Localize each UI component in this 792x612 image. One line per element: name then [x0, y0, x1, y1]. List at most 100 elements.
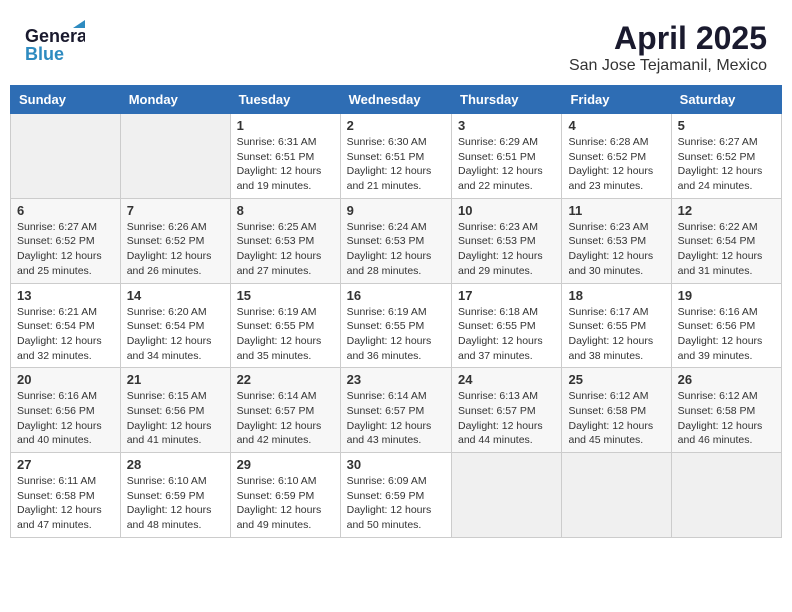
day-info: Sunrise: 6:31 AM Sunset: 6:51 PM Dayligh… — [237, 135, 334, 194]
day-number: 28 — [127, 457, 224, 472]
col-saturday: Saturday — [671, 86, 781, 114]
day-number: 6 — [17, 203, 114, 218]
day-info: Sunrise: 6:21 AM Sunset: 6:54 PM Dayligh… — [17, 305, 114, 364]
calendar-cell: 13 Sunrise: 6:21 AM Sunset: 6:54 PM Dayli… — [11, 283, 121, 368]
calendar-cell: 15 Sunrise: 6:19 AM Sunset: 6:55 PM Dayli… — [230, 283, 340, 368]
calendar-cell: 8 Sunrise: 6:25 AM Sunset: 6:53 PM Daylig… — [230, 198, 340, 283]
day-info: Sunrise: 6:15 AM Sunset: 6:56 PM Dayligh… — [127, 389, 224, 448]
day-number: 21 — [127, 372, 224, 387]
calendar-cell — [11, 114, 121, 199]
col-wednesday: Wednesday — [340, 86, 451, 114]
day-info: Sunrise: 6:27 AM Sunset: 6:52 PM Dayligh… — [17, 220, 114, 279]
day-number: 5 — [678, 118, 775, 133]
calendar-cell: 26 Sunrise: 6:12 AM Sunset: 6:58 PM Dayli… — [671, 368, 781, 453]
day-number: 8 — [237, 203, 334, 218]
day-info: Sunrise: 6:11 AM Sunset: 6:58 PM Dayligh… — [17, 474, 114, 533]
calendar-cell: 5 Sunrise: 6:27 AM Sunset: 6:52 PM Daylig… — [671, 114, 781, 199]
day-number: 17 — [458, 288, 555, 303]
calendar-cell: 3 Sunrise: 6:29 AM Sunset: 6:51 PM Daylig… — [452, 114, 562, 199]
calendar-cell: 10Sunrise: 6:23 AM Sunset: 6:53 PM Dayli… — [452, 198, 562, 283]
calendar-week-row: 20Sunrise: 6:16 AM Sunset: 6:56 PM Dayli… — [11, 368, 782, 453]
day-info: Sunrise: 6:19 AM Sunset: 6:55 PM Dayligh… — [237, 305, 334, 364]
day-number: 2 — [347, 118, 445, 133]
calendar-cell: 2 Sunrise: 6:30 AM Sunset: 6:51 PM Daylig… — [340, 114, 451, 199]
location-title: San Jose Tejamanil, Mexico — [569, 57, 767, 75]
day-number: 24 — [458, 372, 555, 387]
day-info: Sunrise: 6:20 AM Sunset: 6:54 PM Dayligh… — [127, 305, 224, 364]
calendar-cell — [120, 114, 230, 199]
day-number: 11 — [568, 203, 664, 218]
calendar-cell: 9 Sunrise: 6:24 AM Sunset: 6:53 PM Daylig… — [340, 198, 451, 283]
calendar-cell: 22Sunrise: 6:14 AM Sunset: 6:57 PM Dayli… — [230, 368, 340, 453]
day-info: Sunrise: 6:29 AM Sunset: 6:51 PM Dayligh… — [458, 135, 555, 194]
day-info: Sunrise: 6:19 AM Sunset: 6:55 PM Dayligh… — [347, 305, 445, 364]
page-header: General Blue April 2025 San Jose Tejaman… — [10, 10, 782, 80]
calendar-cell: 12 Sunrise: 6:22 AM Sunset: 6:54 PM Dayli… — [671, 198, 781, 283]
calendar-cell: 14Sunrise: 6:20 AM Sunset: 6:54 PM Dayli… — [120, 283, 230, 368]
day-number: 10 — [458, 203, 555, 218]
month-title: April 2025 — [569, 20, 767, 57]
day-info: Sunrise: 6:12 AM Sunset: 6:58 PM Dayligh… — [678, 389, 775, 448]
day-info: Sunrise: 6:27 AM Sunset: 6:52 PM Dayligh… — [678, 135, 775, 194]
col-monday: Monday — [120, 86, 230, 114]
day-number: 26 — [678, 372, 775, 387]
day-info: Sunrise: 6:09 AM Sunset: 6:59 PM Dayligh… — [347, 474, 445, 533]
day-number: 9 — [347, 203, 445, 218]
day-info: Sunrise: 6:14 AM Sunset: 6:57 PM Dayligh… — [237, 389, 334, 448]
day-info: Sunrise: 6:23 AM Sunset: 6:53 PM Dayligh… — [568, 220, 664, 279]
calendar-cell: 6 Sunrise: 6:27 AM Sunset: 6:52 PM Daylig… — [11, 198, 121, 283]
day-info: Sunrise: 6:16 AM Sunset: 6:56 PM Dayligh… — [678, 305, 775, 364]
calendar-cell: 25 Sunrise: 6:12 AM Sunset: 6:58 PM Dayli… — [562, 368, 671, 453]
calendar-week-row: 6 Sunrise: 6:27 AM Sunset: 6:52 PM Daylig… — [11, 198, 782, 283]
logo: General Blue — [25, 20, 85, 70]
calendar-cell: 30 Sunrise: 6:09 AM Sunset: 6:59 PM Dayli… — [340, 453, 451, 538]
day-number: 15 — [237, 288, 334, 303]
calendar-cell: 19 Sunrise: 6:16 AM Sunset: 6:56 PM Dayli… — [671, 283, 781, 368]
col-thursday: Thursday — [452, 86, 562, 114]
calendar-cell — [452, 453, 562, 538]
calendar-cell: 24 Sunrise: 6:13 AM Sunset: 6:57 PM Dayli… — [452, 368, 562, 453]
day-number: 25 — [568, 372, 664, 387]
day-number: 19 — [678, 288, 775, 303]
calendar-cell: 18Sunrise: 6:17 AM Sunset: 6:55 PM Dayli… — [562, 283, 671, 368]
calendar-cell: 23 Sunrise: 6:14 AM Sunset: 6:57 PM Dayli… — [340, 368, 451, 453]
day-number: 29 — [237, 457, 334, 472]
calendar-header-row: Sunday Monday Tuesday Wednesday Thursday… — [11, 86, 782, 114]
col-sunday: Sunday — [11, 86, 121, 114]
day-info: Sunrise: 6:25 AM Sunset: 6:53 PM Dayligh… — [237, 220, 334, 279]
svg-text:General: General — [25, 26, 85, 46]
calendar-cell: 17 Sunrise: 6:18 AM Sunset: 6:55 PM Dayli… — [452, 283, 562, 368]
calendar-cell: 21 Sunrise: 6:15 AM Sunset: 6:56 PM Dayli… — [120, 368, 230, 453]
day-info: Sunrise: 6:26 AM Sunset: 6:52 PM Dayligh… — [127, 220, 224, 279]
day-info: Sunrise: 6:22 AM Sunset: 6:54 PM Dayligh… — [678, 220, 775, 279]
day-number: 3 — [458, 118, 555, 133]
calendar-cell: 16 Sunrise: 6:19 AM Sunset: 6:55 PM Dayli… — [340, 283, 451, 368]
calendar-cell — [671, 453, 781, 538]
calendar-week-row: 1 Sunrise: 6:31 AM Sunset: 6:51 PM Daylig… — [11, 114, 782, 199]
day-number: 1 — [237, 118, 334, 133]
day-info: Sunrise: 6:14 AM Sunset: 6:57 PM Dayligh… — [347, 389, 445, 448]
day-info: Sunrise: 6:30 AM Sunset: 6:51 PM Dayligh… — [347, 135, 445, 194]
day-number: 30 — [347, 457, 445, 472]
calendar-cell: 11 Sunrise: 6:23 AM Sunset: 6:53 PM Dayli… — [562, 198, 671, 283]
day-number: 23 — [347, 372, 445, 387]
calendar-cell: 29 Sunrise: 6:10 AM Sunset: 6:59 PM Dayli… — [230, 453, 340, 538]
day-info: Sunrise: 6:24 AM Sunset: 6:53 PM Dayligh… — [347, 220, 445, 279]
logo-svg: General Blue — [25, 20, 85, 70]
calendar-cell: 4 Sunrise: 6:28 AM Sunset: 6:52 PM Daylig… — [562, 114, 671, 199]
day-number: 4 — [568, 118, 664, 133]
day-number: 13 — [17, 288, 114, 303]
day-info: Sunrise: 6:12 AM Sunset: 6:58 PM Dayligh… — [568, 389, 664, 448]
day-number: 7 — [127, 203, 224, 218]
day-info: Sunrise: 6:18 AM Sunset: 6:55 PM Dayligh… — [458, 305, 555, 364]
day-number: 27 — [17, 457, 114, 472]
day-number: 16 — [347, 288, 445, 303]
calendar-cell: 20Sunrise: 6:16 AM Sunset: 6:56 PM Dayli… — [11, 368, 121, 453]
day-info: Sunrise: 6:28 AM Sunset: 6:52 PM Dayligh… — [568, 135, 664, 194]
day-info: Sunrise: 6:10 AM Sunset: 6:59 PM Dayligh… — [237, 474, 334, 533]
day-number: 12 — [678, 203, 775, 218]
day-info: Sunrise: 6:17 AM Sunset: 6:55 PM Dayligh… — [568, 305, 664, 364]
calendar-week-row: 13 Sunrise: 6:21 AM Sunset: 6:54 PM Dayli… — [11, 283, 782, 368]
day-info: Sunrise: 6:13 AM Sunset: 6:57 PM Dayligh… — [458, 389, 555, 448]
calendar-cell: 7 Sunrise: 6:26 AM Sunset: 6:52 PM Daylig… — [120, 198, 230, 283]
